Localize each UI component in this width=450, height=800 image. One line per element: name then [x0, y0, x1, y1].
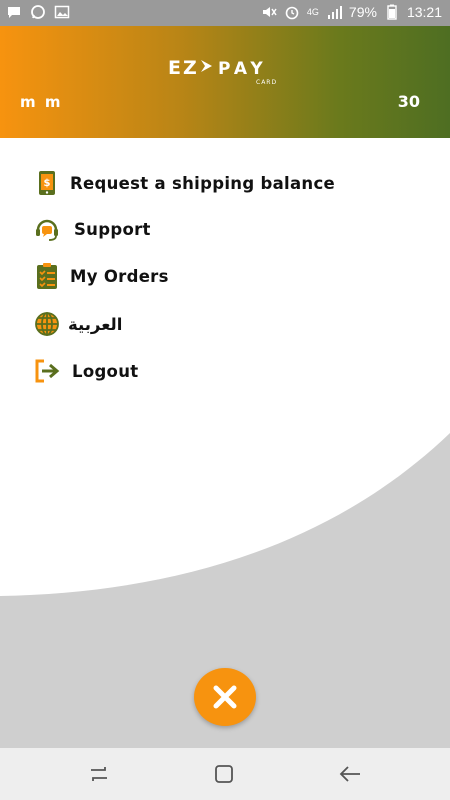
network-type: 4G [306, 7, 319, 17]
globe-icon [34, 311, 60, 337]
mute-icon [262, 7, 277, 17]
home-icon [215, 765, 233, 783]
menu-item-support[interactable]: Support [34, 211, 151, 247]
system-navigation-bar [0, 748, 450, 800]
menu-item-logout[interactable]: Logout [34, 353, 138, 389]
svg-text:CARD: CARD [256, 79, 277, 86]
whatsapp-icon [31, 5, 45, 19]
recent-apps-button[interactable] [86, 762, 112, 786]
svg-text:EZ: EZ [168, 57, 199, 79]
balance-value: 30 [397, 92, 420, 111]
status-bar: 4G 79% 13:21 [0, 0, 450, 26]
menu-item-my-orders[interactable]: My Orders [34, 258, 169, 294]
user-name: m m [20, 93, 63, 111]
menu-item-label: Request a shipping balance [70, 173, 336, 193]
message-icon [8, 7, 20, 18]
status-right-icons: 4G 79% 13:21 [261, 4, 442, 20]
menu-item-label: العربية [68, 314, 123, 334]
menu-item-label: Logout [72, 361, 139, 381]
alarm-icon [285, 6, 299, 20]
close-menu-button[interactable] [194, 668, 256, 726]
clock: 13:21 [406, 4, 442, 20]
logout-arrow-icon [34, 358, 60, 384]
headset-chat-icon [34, 216, 60, 242]
back-button[interactable] [337, 762, 363, 786]
menu-item-arabic-language[interactable]: العربية [34, 306, 122, 342]
menu-item-label: My Orders [70, 266, 169, 286]
ezpay-logo: EZ PAY CARD [168, 57, 277, 86]
menu-item-request-shipping-balance[interactable]: $ Request a shipping balance [34, 165, 335, 201]
close-icon [213, 685, 237, 709]
gallery-icon [54, 5, 70, 19]
battery-percent: 79% [348, 4, 377, 20]
status-left-icons [6, 4, 70, 20]
clipboard-checklist-icon [34, 263, 60, 289]
signal-icon [327, 6, 342, 19]
svg-text:$: $ [44, 178, 51, 189]
battery-icon [387, 4, 397, 20]
menu-item-label: Support [74, 219, 151, 239]
back-icon [339, 766, 360, 782]
svg-text:PAY: PAY [218, 59, 268, 79]
phone-dollar-icon: $ [34, 170, 60, 196]
recent-apps-icon [91, 767, 107, 781]
app-header: EZ PAY CARD m m 30 [0, 26, 450, 138]
home-button[interactable] [211, 762, 237, 786]
